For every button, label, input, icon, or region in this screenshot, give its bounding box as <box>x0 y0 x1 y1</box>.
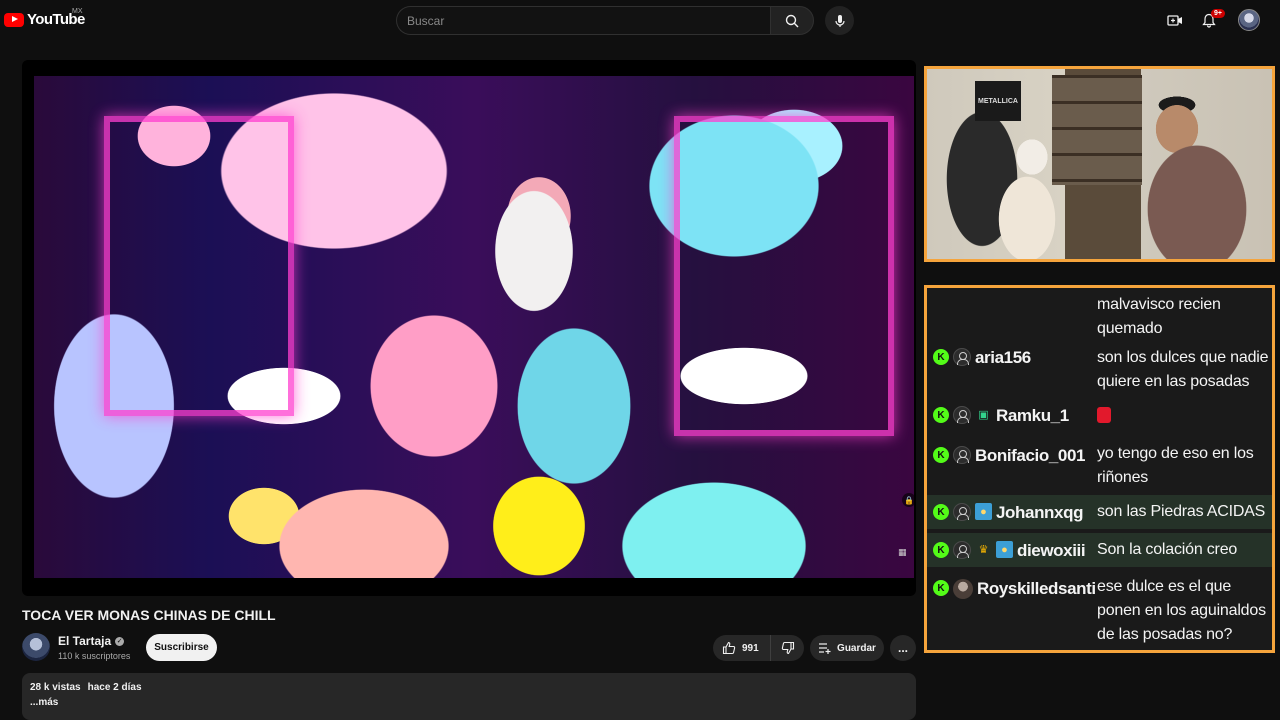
chat-message-text: son las Piedras ACIDAS <box>1097 503 1266 520</box>
kick-badge-icon: K <box>933 447 949 463</box>
save-button[interactable]: Guardar <box>810 635 884 661</box>
thumbs-up-icon <box>722 641 736 655</box>
create-button[interactable] <box>1163 8 1187 32</box>
youtube-logo[interactable]: YouTube MX <box>4 8 85 28</box>
more-actions-button[interactable]: ... <box>890 635 916 661</box>
chat-message-text: yo tengo de eso en los riñones <box>1097 445 1254 486</box>
kick-badge-icon: K <box>933 349 949 365</box>
chat-message-meta: K Royskilledsanti <box>927 573 1097 649</box>
country-code: MX <box>72 8 83 15</box>
search-button[interactable] <box>770 6 814 35</box>
show-more-link[interactable]: ...más <box>30 697 908 708</box>
chat-message-text: ese dulce es el que ponen en los aguinal… <box>1097 578 1266 643</box>
chat-message: malvavisco recien quemado <box>927 291 1272 341</box>
like-button[interactable]: 991 <box>713 635 771 661</box>
description-box[interactable]: 28 k vistas hace 2 días ...más <box>22 673 916 720</box>
video-title: TOCA VER MONAS CHINAS DE CHILL <box>22 607 276 623</box>
chat-message-meta: K ♛ ● diewoxiii <box>927 533 1097 567</box>
create-video-icon <box>1167 14 1182 26</box>
robot-badge-icon: ▣ <box>978 409 989 421</box>
chat-message: K aria156 son los dulces que nadie quier… <box>927 344 1272 394</box>
crown-badge-icon: ♛ <box>978 544 989 556</box>
user-badge-icon <box>953 446 971 464</box>
chat-message-meta: K ▣ Ramku_1 <box>927 402 1097 430</box>
search-icon <box>785 14 799 27</box>
chat-message-meta: K Bonifacio_001 <box>927 440 1097 490</box>
subscriber-badge-icon: ● <box>975 503 992 520</box>
chat-message-meta: K aria156 <box>927 344 1097 394</box>
thumbs-down-icon <box>781 641 794 655</box>
youtube-play-icon <box>4 12 24 27</box>
chat-message-text: son los dulces que nadie quiere en las p… <box>1097 349 1269 390</box>
chat-username[interactable]: Ramku_1 <box>996 406 1069 425</box>
chat-message: K ♛ ● diewoxiii Son la colación creo <box>927 533 1272 567</box>
user-badge-icon <box>953 348 971 366</box>
chat-username[interactable]: aria156 <box>975 348 1031 367</box>
chat-username[interactable]: diewoxiii <box>1017 541 1086 560</box>
lock-icon[interactable]: 🔒 <box>902 493 916 507</box>
kick-badge-icon: K <box>933 504 949 520</box>
subscriber-badge-icon: ● <box>996 541 1013 558</box>
user-badge-icon <box>953 503 971 521</box>
neon-frame-right <box>674 116 894 436</box>
microphone-icon <box>834 14 845 27</box>
search-box <box>396 6 770 35</box>
chat-overlay: malvavisco recien quemado K aria156 son … <box>924 285 1275 653</box>
dislike-button[interactable] <box>771 635 804 661</box>
channel-watermark-icon[interactable]: ▦ <box>898 547 907 558</box>
video-player[interactable]: 🔒 ▦ <box>22 60 916 596</box>
toy-shelf <box>1052 75 1142 185</box>
chat-message-meta: K ● Johannxqg <box>927 495 1097 529</box>
upload-date: hace 2 días <box>87 682 142 693</box>
chat-username[interactable]: Johannxqg <box>996 503 1083 522</box>
top-bar: YouTube MX 9+ <box>0 0 1280 40</box>
more-horizontal-icon: ... <box>897 641 908 655</box>
chat-username[interactable]: Bonifacio_001 <box>975 446 1085 465</box>
subscriber-count: 110 k suscriptores <box>58 651 131 661</box>
channel-name[interactable]: El Tartaja <box>58 634 111 648</box>
kick-badge-icon: K <box>933 542 949 558</box>
kick-badge-icon: K <box>933 580 949 596</box>
chat-message-text <box>1097 402 1272 430</box>
voice-search-button[interactable] <box>825 6 854 35</box>
channel-avatar[interactable] <box>22 633 50 661</box>
chat-message-meta <box>927 291 1097 341</box>
save-label: Guardar <box>837 642 876 654</box>
search-input[interactable] <box>407 13 770 28</box>
user-avatar-icon <box>953 579 973 599</box>
like-dislike-group: 991 <box>713 635 804 661</box>
kick-badge-icon: K <box>933 407 949 423</box>
add-to-playlist-icon <box>819 643 831 654</box>
verified-check-icon: ✓ <box>115 636 125 646</box>
subscribe-button[interactable]: Suscribirse <box>146 634 217 661</box>
video-meta: 28 k vistas hace 2 días <box>30 682 908 693</box>
video-frame[interactable] <box>34 76 914 578</box>
chat-message: K Royskilledsanti ese dulce es el que po… <box>927 573 1272 649</box>
emote-icon <box>1097 407 1111 423</box>
chat-message: K ▣ Ramku_1 <box>927 402 1272 430</box>
chat-message: K Bonifacio_001 yo tengo de eso en los r… <box>927 440 1272 490</box>
chat-message-text: Son la colación creo <box>1097 541 1238 558</box>
user-badge-icon <box>953 406 971 424</box>
channel-name-row[interactable]: El Tartaja ✓ <box>58 634 125 648</box>
chat-message: K ● Johannxqg son las Piedras ACIDAS <box>927 495 1272 529</box>
chat-message-text: malvavisco recien quemado <box>1097 296 1221 337</box>
user-badge-icon <box>953 541 971 559</box>
chat-username[interactable]: Royskilledsanti <box>977 579 1096 598</box>
like-count: 991 <box>742 642 759 654</box>
notifications-badge: 9+ <box>1211 9 1225 18</box>
account-avatar[interactable] <box>1238 9 1260 31</box>
webcam-overlay: METALLICA <box>924 66 1275 262</box>
metallica-poster: METALLICA <box>975 81 1021 121</box>
neon-frame-left <box>104 116 294 416</box>
view-count: 28 k vistas <box>30 682 81 693</box>
